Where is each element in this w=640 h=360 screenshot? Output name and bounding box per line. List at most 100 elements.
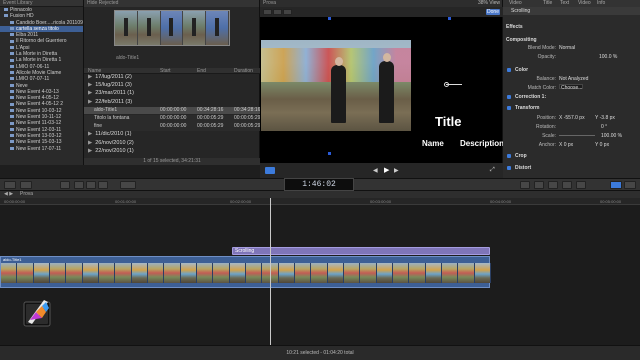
transform-section[interactable]: Transform (515, 105, 539, 111)
share-icon[interactable] (624, 181, 636, 189)
position-label: Position: (536, 115, 556, 121)
tab-video-2[interactable]: Video (578, 0, 591, 7)
anchor-y-value[interactable]: Y 0 px (595, 142, 609, 148)
effects-section[interactable]: Effects (506, 24, 523, 30)
event-icon (4, 8, 8, 12)
music-browser-icon[interactable] (548, 181, 558, 189)
clip-filmstrip[interactable] (114, 10, 230, 46)
generators-browser-icon[interactable] (576, 181, 586, 189)
primary-storyline-clip[interactable]: aldo-Title1 (0, 256, 491, 288)
correction-enable-icon[interactable] (507, 95, 511, 99)
fullscreen-icon[interactable]: ⤢ (490, 167, 495, 174)
disclosure-triangle-icon[interactable]: ▶ (88, 140, 92, 148)
disclosure-triangle-icon[interactable]: ▶ (88, 90, 92, 98)
date-group-row[interactable]: ▶ 15/lug/2011 (3) (84, 82, 260, 90)
fit-view-icon[interactable] (265, 167, 275, 174)
library-toggle-icon[interactable] (4, 181, 16, 189)
color-enable-icon[interactable] (507, 68, 511, 72)
thumbnail-frame (229, 263, 246, 283)
distort-section[interactable]: Distort (515, 165, 531, 171)
date-group-row[interactable]: ▶ 23/mar/2011 (1) (84, 90, 260, 98)
tab-video[interactable]: Video (509, 0, 522, 7)
rotation-value[interactable]: 0 ° (601, 124, 607, 130)
timeline-back-icon[interactable]: ◀ ▶ (4, 191, 13, 198)
event-item[interactable]: New Event 17-07-11 (0, 146, 83, 152)
overwrite-icon[interactable] (98, 181, 108, 189)
event-icon (10, 83, 14, 87)
titles-browser-icon[interactable] (562, 181, 572, 189)
play-icon[interactable]: ▶ (384, 166, 389, 174)
event-icon (10, 90, 14, 94)
tool-select-icon[interactable] (120, 181, 136, 189)
tab-text[interactable]: Text (560, 0, 569, 7)
timecode-display[interactable]: 1:46:02 (284, 178, 354, 191)
next-frame-icon[interactable]: ▶ (394, 167, 399, 174)
date-group-row[interactable]: ▶ 22/nov/2010 (1) (84, 148, 260, 156)
blend-mode-value[interactable]: Normal (559, 45, 575, 51)
anchor-point[interactable] (444, 82, 449, 87)
disclosure-triangle-icon[interactable]: ▶ (88, 131, 92, 139)
transform-handle[interactable] (328, 152, 331, 155)
opacity-value[interactable]: 100.0 % (599, 54, 617, 60)
tab-info[interactable]: Info (597, 0, 605, 7)
event-icon (10, 127, 14, 131)
transform-enable-icon[interactable] (507, 106, 511, 110)
person-figure (379, 61, 394, 123)
compositing-section[interactable]: Compositing (506, 37, 537, 43)
crop-section[interactable]: Crop (515, 153, 527, 159)
crop-enable-icon[interactable] (507, 154, 511, 158)
scale-value[interactable]: 100.00 % (601, 133, 622, 139)
disclosure-triangle-icon[interactable]: ▶ (88, 74, 92, 82)
keyword-icon[interactable] (60, 181, 70, 189)
date-group-row[interactable]: ▶ 11/dic/2010 (1) (84, 131, 260, 139)
browser-filter-label[interactable]: Hide Rejected (84, 0, 259, 7)
zoom-level[interactable]: 38% (478, 0, 488, 7)
blend-mode-label: Blend Mode: (527, 45, 556, 51)
date-group-row[interactable]: ▶ 17/lug/2011 (2) (84, 74, 260, 82)
video-frame[interactable] (261, 40, 411, 131)
media-icon[interactable] (20, 181, 32, 189)
anchor-label: Anchor: (538, 142, 556, 148)
transform-icon[interactable] (263, 9, 272, 15)
event-item-label: New Event 4-05-12 2 (16, 101, 63, 108)
scale-slider[interactable] (559, 135, 595, 136)
thumbnail-frame (376, 263, 393, 283)
clip-row[interactable]: aldo-Title1 00:00:00:00 00:34:28:16 00:34:2… (84, 106, 260, 115)
previous-frame-icon[interactable]: ◀ (373, 167, 378, 174)
tab-title[interactable]: Title (543, 0, 552, 7)
date-group-row[interactable]: ▶ 26/nov/2010 (2) (84, 140, 260, 148)
date-group-row[interactable]: ▶ 22/feb/2011 (3) (84, 99, 260, 107)
photos-browser-icon[interactable] (534, 181, 544, 189)
correction-section[interactable]: Correction 1: (515, 94, 546, 100)
match-color-value[interactable]: Choose... (561, 85, 582, 91)
inspector-toggle-icon[interactable] (610, 181, 622, 189)
timeline-ruler[interactable]: 00:00:00:00 00:01:00:00 00:02:00:00 00:0… (0, 198, 640, 205)
append-icon[interactable] (74, 181, 84, 189)
event-icon (10, 146, 14, 150)
anchor-x-value[interactable]: X 0 px (559, 142, 573, 148)
transform-handle[interactable] (448, 17, 451, 20)
insert-icon[interactable] (86, 181, 96, 189)
view-menu[interactable]: View (489, 0, 500, 7)
crop-icon[interactable] (273, 9, 282, 15)
thumbnail-frame (49, 263, 67, 283)
playhead[interactable] (270, 198, 271, 345)
clip-row[interactable]: Titolo la fontana 00:00:00:00 00:00:05:29 0… (84, 115, 260, 123)
done-button[interactable]: Done (486, 9, 500, 15)
clip-name: fine (94, 123, 103, 130)
thumbnail-frame (196, 263, 214, 283)
distort-icon[interactable] (283, 9, 292, 15)
disclosure-triangle-icon[interactable]: ▶ (88, 99, 92, 107)
effects-browser-icon[interactable] (520, 181, 530, 189)
event-icon (10, 58, 14, 62)
color-section[interactable]: Color (515, 67, 528, 73)
position-x-value[interactable]: X -557.0 px (559, 115, 585, 121)
transform-handle[interactable] (328, 17, 331, 20)
disclosure-triangle-icon[interactable]: ▶ (88, 148, 92, 156)
position-y-value[interactable]: Y -3.8 px (595, 115, 615, 121)
clip-row[interactable]: fine 00:00:00:00 00:00:05:29 00:00:05:29 (84, 123, 260, 131)
event-item-label: cartella senza titolo (16, 25, 59, 32)
disclosure-triangle-icon[interactable]: ▶ (88, 82, 92, 90)
event-item-label: Allcole Movie Clame (16, 69, 62, 76)
distort-enable-icon[interactable] (507, 166, 511, 170)
